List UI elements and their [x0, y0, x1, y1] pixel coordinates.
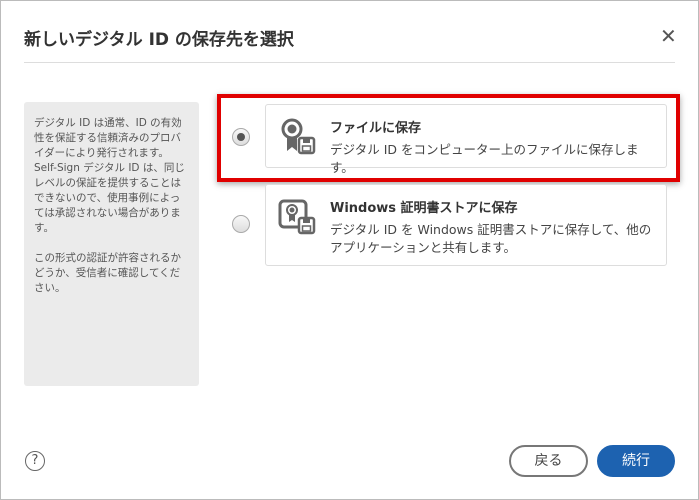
- back-button[interactable]: 戻る: [509, 445, 588, 477]
- option-description: デジタル ID をコンピューター上のファイルに保存します。: [330, 142, 639, 175]
- close-icon[interactable]: ✕: [660, 24, 677, 48]
- certificate-store-save-icon: [278, 199, 316, 235]
- option-windows-store[interactable]: Windows 証明書ストアに保存 デジタル ID を Windows 証明書ス…: [265, 184, 667, 266]
- option-title: ファイルに保存: [330, 121, 422, 136]
- dialog-title: 新しいデジタル ID の保存先を選択: [24, 30, 294, 50]
- radio-windows-store[interactable]: [232, 215, 250, 233]
- option-save-to-file[interactable]: ファイルに保存 デジタル ID をコンピューター上のファイルに保存します。: [265, 104, 667, 175]
- continue-button[interactable]: 続行: [597, 445, 675, 477]
- info-panel: デジタル ID は通常、ID の有効性を保証する信頼済みのプロバイダーにより発行…: [24, 102, 199, 386]
- option-description: デジタル ID を Windows 証明書ストアに保存して、他のアプリケーション…: [330, 222, 652, 255]
- option-title: Windows 証明書ストアに保存: [330, 201, 518, 216]
- radio-save-to-file[interactable]: [232, 128, 250, 146]
- info-text: デジタル ID は通常、ID の有効性を保証する信頼済みのプロバイダーにより発行…: [34, 117, 185, 234]
- divider: [24, 62, 675, 63]
- info-text: この形式の認証が許容されるかどうか、受信者に確認してください。: [34, 252, 181, 294]
- help-icon[interactable]: ?: [25, 451, 45, 471]
- certificate-save-icon: [281, 118, 316, 155]
